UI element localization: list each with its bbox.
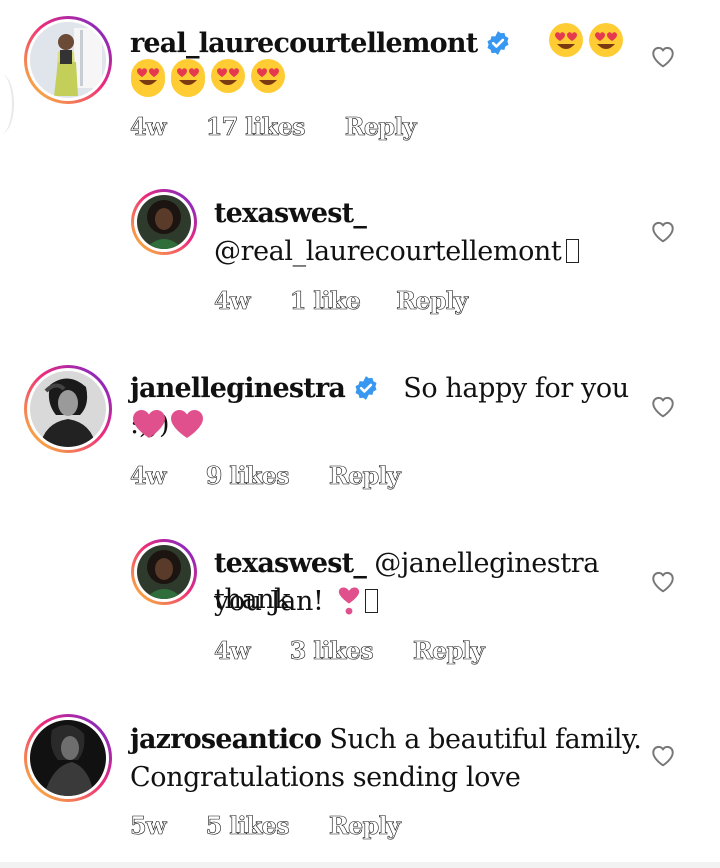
reply-button[interactable]: Reply	[344, 112, 416, 142]
avatar[interactable]	[24, 714, 112, 802]
like-button[interactable]	[650, 219, 676, 243]
heart-outline-icon	[652, 396, 674, 418]
comment-likes-count[interactable]: 17 likes	[205, 112, 305, 142]
comment-username[interactable]: texaswest_	[214, 548, 367, 579]
avatar-photo	[30, 720, 106, 796]
heart-outline-icon	[652, 221, 674, 243]
heart-outline-icon	[652, 571, 674, 593]
heart-eyes-emoji-icon	[588, 23, 623, 57]
avatar[interactable]	[131, 539, 197, 605]
comment-username[interactable]: real_laurecourtellemont	[130, 28, 478, 59]
avatar[interactable]	[24, 365, 112, 453]
verified-badge-icon	[355, 376, 377, 400]
avatar[interactable]	[131, 189, 197, 255]
comment-timestamp: 4w	[214, 636, 251, 666]
like-button[interactable]	[650, 743, 676, 767]
comment-likes-count[interactable]: 9 likes	[205, 461, 290, 491]
like-button[interactable]	[650, 394, 676, 418]
avatar[interactable]	[24, 16, 112, 104]
comment-timestamp: 4w	[214, 286, 251, 316]
heart-outline-icon	[652, 46, 674, 68]
comment-text: @real_laurecourtellemont	[214, 236, 562, 267]
comment-text: Such a beautiful family.	[329, 724, 642, 755]
avatar-photo	[30, 22, 106, 98]
heart-eyes-emoji-icon	[171, 59, 205, 93]
reply-button[interactable]: Reply	[329, 811, 401, 841]
verified-badge-icon	[487, 31, 509, 55]
unsupported-emoji-icon	[566, 239, 580, 263]
heart-exclamation-emoji-icon	[338, 587, 359, 615]
comment-username[interactable]: texaswest_	[214, 198, 367, 229]
heart-eyes-emoji-icon	[548, 23, 583, 57]
comment-meta: 4w 1 like Reply	[214, 286, 469, 316]
comment-likes-count[interactable]: 3 likes	[289, 636, 374, 666]
heart-outline-icon	[652, 745, 674, 767]
comment-meta: 4w 17 likes Reply	[130, 112, 417, 142]
heart-eyes-emoji-icon	[251, 59, 285, 93]
pink-heart-emoji-icon	[133, 410, 165, 438]
unsupported-emoji-icon	[364, 589, 378, 613]
reply-button[interactable]: Reply	[329, 461, 401, 491]
comment-timestamp: 4w	[130, 461, 167, 491]
comment-meta: 4w 3 likes Reply	[214, 636, 485, 666]
comment-text-continued: Congratulations sending love	[130, 762, 521, 793]
scroll-edge-decoration	[0, 74, 14, 134]
comment-likes-count[interactable]: 1 like	[289, 286, 361, 316]
avatar-photo	[30, 371, 106, 447]
reply-button[interactable]: Reply	[413, 636, 485, 666]
comment-username[interactable]: janelleginestra	[130, 373, 346, 404]
heart-eyes-emoji-icon	[211, 59, 245, 93]
comment-text-continued: you Jan!	[214, 586, 324, 617]
reply-button[interactable]: Reply	[396, 286, 468, 316]
heart-eyes-emoji-icon	[131, 59, 165, 93]
comment-username[interactable]: jazroseantico	[130, 724, 322, 755]
comment-meta: 5w 5 likes Reply	[130, 811, 401, 841]
bottom-divider	[0, 862, 720, 868]
comment-meta: 4w 9 likes Reply	[130, 461, 401, 491]
comment-likes-count[interactable]: 5 likes	[205, 811, 290, 841]
pink-heart-emoji-icon	[171, 410, 203, 438]
comment-timestamp: 5w	[130, 811, 167, 841]
avatar-photo	[137, 545, 191, 599]
avatar-photo	[137, 195, 191, 249]
like-button[interactable]	[650, 44, 676, 68]
comment-timestamp: 4w	[130, 112, 167, 142]
like-button[interactable]	[650, 569, 676, 593]
